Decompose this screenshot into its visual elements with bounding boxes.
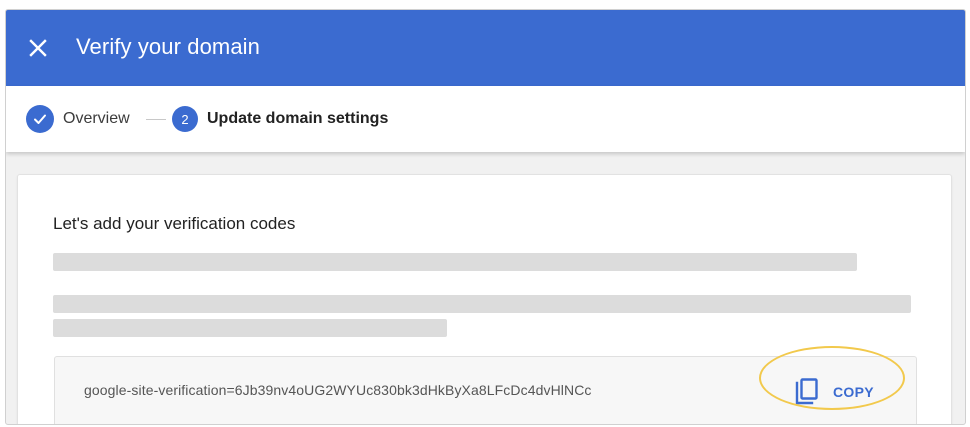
step-completed-badge (26, 105, 54, 133)
step-update-domain-settings[interactable]: 2 Update domain settings (172, 105, 388, 133)
placeholder-text-line (53, 319, 447, 337)
step-label-update-domain-settings: Update domain settings (207, 110, 389, 127)
close-button[interactable] (20, 30, 56, 66)
check-icon (34, 114, 46, 124)
verification-card: Let's add your verification codes google… (17, 174, 952, 424)
stepper: Overview 2 Update domain settings (6, 86, 965, 152)
step-overview[interactable]: Overview (26, 105, 130, 133)
verification-code-box: google-site-verification=6Jb39nv4oUG2WYU… (54, 356, 917, 424)
copy-button[interactable]: COPY (795, 377, 874, 407)
verification-code-text: google-site-verification=6Jb39nv4oUG2WYU… (84, 382, 592, 398)
close-icon (29, 39, 47, 57)
card-heading: Let's add your verification codes (53, 214, 296, 233)
copy-button-label: COPY (833, 384, 874, 400)
app-bar: Verify your domain (6, 10, 965, 86)
step-connector (146, 119, 166, 120)
placeholder-text-line (53, 253, 857, 271)
verify-domain-dialog: Verify your domain Overview 2 Update dom… (5, 9, 966, 425)
step-label-overview: Overview (63, 110, 130, 127)
copy-icon (795, 378, 818, 405)
placeholder-text-line (53, 295, 911, 313)
step-number-badge: 2 (172, 106, 198, 132)
page-title: Verify your domain (76, 34, 260, 59)
